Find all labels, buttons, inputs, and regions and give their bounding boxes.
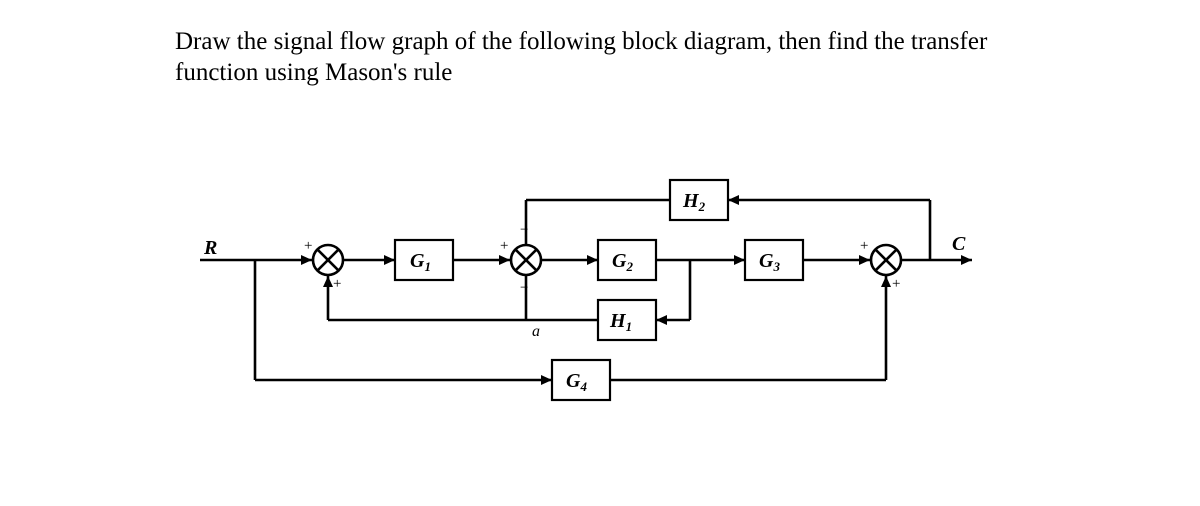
arrowhead-icon [323,276,333,287]
sign-sum2-top-left: + [500,238,508,254]
summing-junction-1 [313,245,343,275]
arrowhead-icon [384,255,395,265]
input-label: R [203,237,217,259]
sign-sum3-top: + [860,238,868,254]
problem-line-1: Draw the signal flow graph of the follow… [175,28,987,55]
sign-sum3-bot: + [892,276,900,292]
arrowhead-icon [587,255,598,265]
output-label: C [952,233,966,255]
summing-junction-2 [511,245,541,275]
arrowhead-icon [499,255,510,265]
problem-line-2: function using Mason's rule [175,59,452,86]
arrowhead-icon [541,375,552,385]
problem-statement: Draw the signal flow graph of the follow… [175,26,1075,89]
arrowhead-icon [961,255,972,265]
arrowhead-icon [301,255,312,265]
sign-sum1-bot: + [333,276,341,292]
arrowhead-icon [859,255,870,265]
summing-junction-3 [871,245,901,275]
annotation-a: a [532,323,540,340]
sign-sum1-top: + [304,238,312,254]
arrowhead-icon [881,276,891,287]
arrowhead-icon [734,255,745,265]
arrowhead-icon [728,195,739,205]
block-diagram: R + + G1 + − − G2 [200,170,980,442]
arrowhead-icon [656,315,667,325]
